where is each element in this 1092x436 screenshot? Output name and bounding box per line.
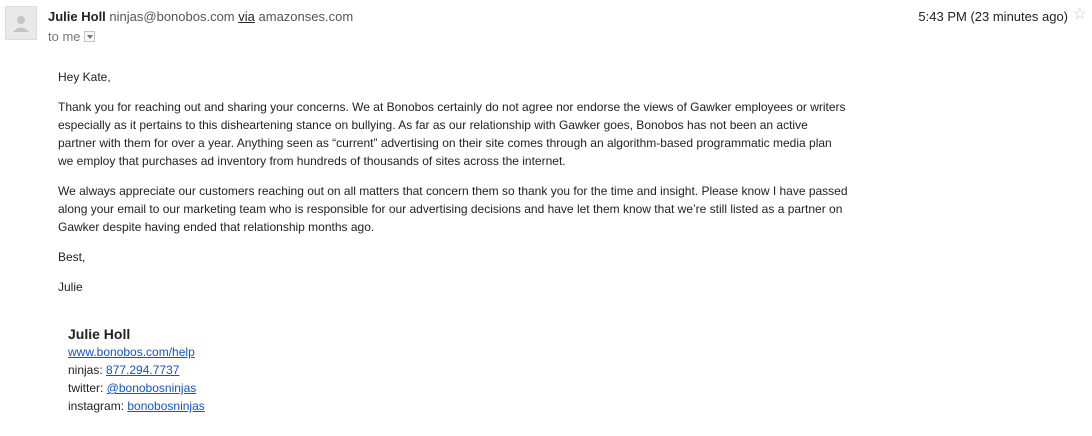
twitter-link[interactable]: @bonobosninjas <box>107 381 197 395</box>
via-domain: amazonses.com <box>258 9 354 24</box>
body-paragraph-1: Thank you for reaching out and sharing y… <box>58 100 846 168</box>
website-link[interactable]: www.bonobos.com/help <box>68 345 195 359</box>
signature-website-row: www.bonobos.com/help <box>68 343 205 361</box>
sender-line: Julie Holl ninjas@bonobos.com via amazon… <box>48 9 353 24</box>
signature-twitter-row: twitter: @bonobosninjas <box>68 379 205 397</box>
signature-phone-row: ninjas: 877.294.7737 <box>68 361 205 379</box>
sender-avatar[interactable] <box>5 6 37 40</box>
default-avatar-icon <box>13 16 29 32</box>
show-details-dropdown-icon[interactable] <box>83 31 95 42</box>
message-header: Julie Holl ninjas@bonobos.com via amazon… <box>0 0 1092 50</box>
message-body: Hey Kate, Thank you for reaching out and… <box>58 68 848 308</box>
signature-instagram-row: instagram: bonobosninjas <box>68 397 205 415</box>
sender-name[interactable]: Julie Holl <box>48 9 106 24</box>
signature-name: Julie Holl <box>68 326 131 342</box>
phone-link[interactable]: 877.294.7737 <box>106 363 179 377</box>
star-icon[interactable]: ☆ <box>1073 7 1087 23</box>
sign-off: Julie <box>58 280 83 294</box>
via-link[interactable]: via <box>238 9 255 24</box>
recipient-line: to me <box>48 29 95 44</box>
body-paragraph-2: We always appreciate our customers reach… <box>58 184 848 234</box>
instagram-link[interactable]: bonobosninjas <box>127 399 204 413</box>
email-signature: Julie Holl www.bonobos.com/help ninjas: … <box>68 325 205 415</box>
recipient-label: to me <box>48 29 81 44</box>
message-timestamp[interactable]: 5:43 PM (23 minutes ago) <box>918 9 1068 24</box>
sender-email: ninjas@bonobos.com <box>109 9 235 24</box>
phone-label: ninjas: <box>68 363 107 377</box>
instagram-label: instagram: <box>68 399 128 413</box>
greeting: Hey Kate, <box>58 70 111 84</box>
closing: Best, <box>58 250 86 264</box>
twitter-label: twitter: <box>68 381 107 395</box>
